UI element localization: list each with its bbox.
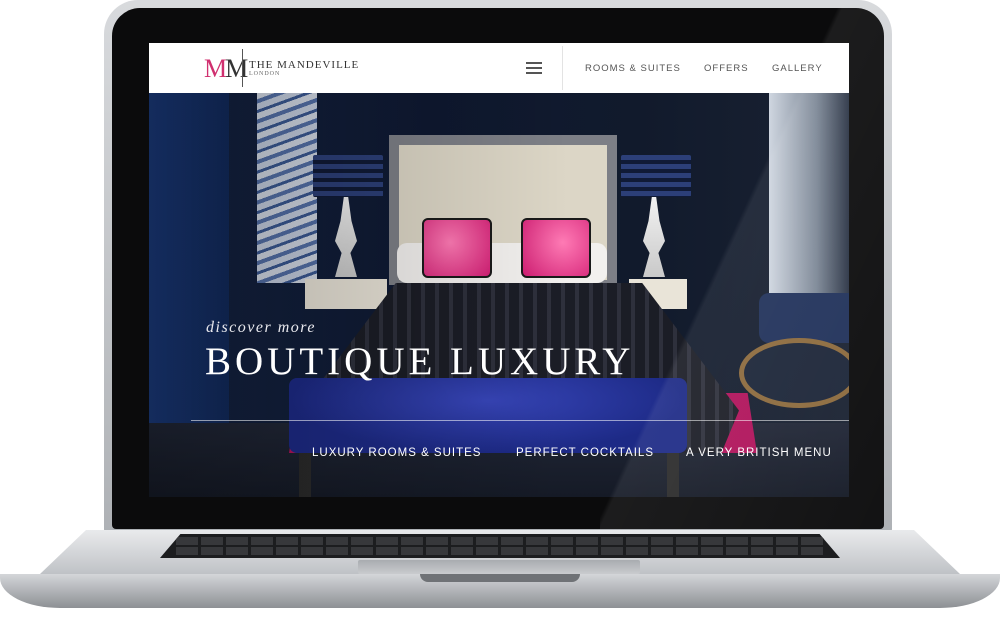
- logo-divider: [242, 49, 243, 87]
- brand-name[interactable]: THE MANDEVILLE: [249, 59, 359, 71]
- logo-monogram[interactable]: MM: [204, 54, 248, 84]
- nav-link-offers[interactable]: OFFERS: [704, 63, 749, 74]
- hamburger-icon[interactable]: [526, 62, 542, 74]
- hero-overlay: [149, 93, 849, 497]
- laptop-trackpad: [358, 560, 640, 574]
- hero-banner: discover more BOUTIQUE LUXURY LUXURY ROO…: [149, 93, 849, 497]
- brand-location: LONDON: [249, 71, 281, 77]
- nav-link-rooms-suites[interactable]: ROOMS & SUITES: [585, 63, 681, 74]
- feature-link-rooms-suites[interactable]: LUXURY ROOMS & SUITES: [312, 447, 481, 459]
- website-screen: MM THE MANDEVILLE LONDON ROOMS & SUITES …: [149, 43, 849, 497]
- feature-link-british-menu[interactable]: A VERY BRITISH MENU: [686, 447, 832, 459]
- hero-divider: [191, 420, 849, 421]
- nav-divider: [562, 46, 563, 90]
- nav-link-gallery[interactable]: GALLERY: [772, 63, 823, 74]
- hero-title: BOUTIQUE LUXURY: [205, 340, 635, 383]
- laptop-notch: [420, 574, 580, 582]
- hero-eyebrow: discover more: [206, 319, 316, 336]
- laptop-keyboard: [160, 534, 840, 558]
- feature-link-cocktails[interactable]: PERFECT COCKTAILS: [516, 447, 654, 459]
- site-header: MM THE MANDEVILLE LONDON ROOMS & SUITES …: [149, 43, 849, 93]
